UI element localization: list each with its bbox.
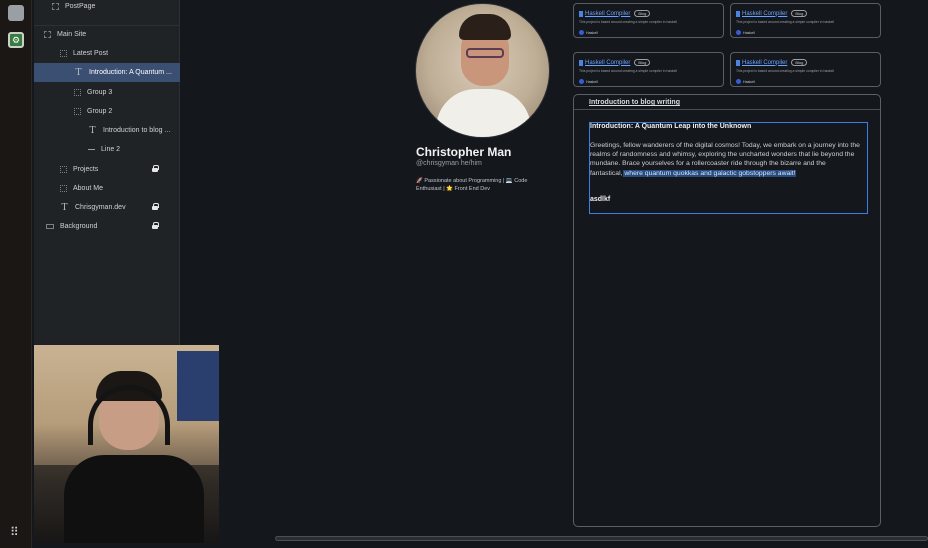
card-description: This project is based around creating a … — [579, 20, 677, 24]
group-icon — [60, 50, 67, 57]
editor-window: ⚙ ⠿ PostPage Main Site Latest Post T Int… — [0, 0, 928, 548]
blog-heading[interactable]: Introduction to blog writing — [589, 99, 680, 106]
layer-item-line-2[interactable]: Line 2 — [34, 140, 180, 159]
project-card[interactable]: Haskell Compiler Blog This project is ba… — [730, 52, 881, 87]
layer-label: Group 2 — [87, 108, 113, 115]
profile-name: Christopher Man — [416, 145, 512, 159]
blog-divider-line — [574, 109, 880, 110]
language-dot-icon — [736, 30, 741, 35]
layer-label: Background — [60, 223, 98, 230]
webcam-person — [64, 371, 204, 543]
layer-item-projects[interactable]: Projects — [34, 160, 180, 179]
post-body-selected-text: where quantum quokkas and galactic gobst… — [622, 169, 796, 177]
frame-icon — [52, 3, 59, 10]
card-badge: Blog — [634, 10, 651, 17]
card-title[interactable]: Haskell Compiler — [742, 60, 787, 66]
blog-panel: Introduction to blog writing Introductio… — [573, 94, 881, 527]
text-icon: T — [75, 67, 82, 78]
card-title[interactable]: Haskell Compiler — [585, 11, 630, 17]
profile-bio: 🚀 Passionate about Programming | 💻 Code … — [416, 178, 528, 192]
layer-item-intro-blog[interactable]: T Introduction to blog ... — [34, 121, 180, 140]
horizontal-scrollbar[interactable] — [275, 536, 928, 541]
project-card[interactable]: Haskell Compiler Blog This project is ba… — [573, 52, 724, 87]
layer-item-group-3[interactable]: Group 3 — [34, 83, 180, 102]
layer-label: About Me — [73, 185, 103, 192]
webcam-overlay — [34, 345, 219, 543]
tool-rail: ⚙ ⠿ — [0, 0, 32, 548]
layer-label: PostPage — [65, 3, 96, 10]
avatar-hair — [459, 14, 511, 40]
layer-item-group-2[interactable]: Group 2 — [34, 102, 180, 121]
line-icon — [88, 149, 95, 150]
card-badge: Blog — [791, 59, 808, 66]
repo-icon — [579, 10, 583, 17]
group-icon — [74, 108, 81, 115]
avatar-glasses — [466, 48, 504, 58]
post-title[interactable]: Introduction: A Quantum Leap into the Un… — [590, 123, 751, 130]
layers-panel: PostPage Main Site Latest Post T Introdu… — [34, 0, 180, 345]
repo-icon — [736, 10, 740, 17]
group-icon — [60, 185, 67, 192]
layer-label: Latest Post — [73, 50, 109, 57]
text-icon: T — [89, 125, 96, 136]
layer-item-postpage[interactable]: PostPage — [34, 0, 180, 16]
webcam-shirt — [64, 455, 204, 543]
layer-label: Group 3 — [87, 89, 113, 96]
design-canvas[interactable]: Christopher Man @chrisgyman he/him 🚀 Pas… — [220, 0, 928, 548]
language-dot-icon — [579, 79, 584, 84]
layer-label: Introduction to blog ... — [103, 127, 171, 134]
frame-icon — [44, 31, 51, 38]
card-language: Haskell — [743, 79, 755, 84]
card-description: This project is based around creating a … — [579, 69, 677, 73]
lock-icon[interactable] — [152, 222, 159, 229]
repo-icon — [579, 59, 583, 66]
post-signature[interactable]: asdlkf — [590, 196, 610, 203]
layer-label: Projects — [73, 166, 99, 173]
layer-item-chrisgyman-dev[interactable]: T Chrisgyman.dev — [34, 198, 180, 217]
card-title[interactable]: Haskell Compiler — [742, 11, 787, 17]
group-icon — [74, 89, 81, 96]
layer-item-main-site[interactable]: Main Site — [34, 25, 180, 44]
project-card[interactable]: Haskell Compiler Blog This project is ba… — [730, 3, 881, 38]
post-body[interactable]: Greetings, fellow wanderers of the digit… — [590, 141, 860, 178]
profile-avatar — [415, 3, 550, 138]
layer-label: Main Site — [57, 31, 87, 38]
card-badge: Blog — [634, 59, 651, 66]
lock-icon[interactable] — [152, 165, 159, 172]
language-dot-icon — [579, 30, 584, 35]
card-description: This project is based around creating a … — [736, 69, 834, 73]
avatar-shirt — [436, 89, 531, 137]
card-description: This project is based around creating a … — [736, 20, 834, 24]
layer-item-latest-post[interactable]: Latest Post — [34, 44, 180, 63]
card-language: Haskell — [586, 79, 598, 84]
profile-handle: @chrisgyman he/him — [416, 160, 482, 167]
layer-label: Introduction: A Quantum ... — [89, 69, 172, 76]
text-icon: T — [61, 202, 68, 213]
layer-item-intro-quantum[interactable]: T Introduction: A Quantum ... — [34, 63, 180, 82]
repo-icon — [736, 59, 740, 66]
layer-item-background[interactable]: Background — [34, 217, 180, 236]
layer-item-about-me[interactable]: About Me — [34, 179, 180, 198]
card-language: Haskell — [743, 30, 755, 35]
card-title[interactable]: Haskell Compiler — [585, 60, 630, 66]
lock-icon[interactable] — [152, 203, 159, 210]
plugin-icon[interactable]: ⚙ — [8, 32, 24, 48]
group-icon — [60, 166, 67, 173]
project-card[interactable]: Haskell Compiler Blog This project is ba… — [573, 3, 724, 38]
rectangle-icon — [46, 224, 54, 229]
app-menu-icon[interactable] — [8, 5, 24, 21]
card-badge: Blog — [791, 10, 808, 17]
apps-grid-icon[interactable]: ⠿ — [10, 526, 22, 538]
layer-label: Line 2 — [101, 146, 121, 153]
layer-label: Chrisgyman.dev — [75, 204, 126, 211]
card-language: Haskell — [586, 30, 598, 35]
language-dot-icon — [736, 79, 741, 84]
